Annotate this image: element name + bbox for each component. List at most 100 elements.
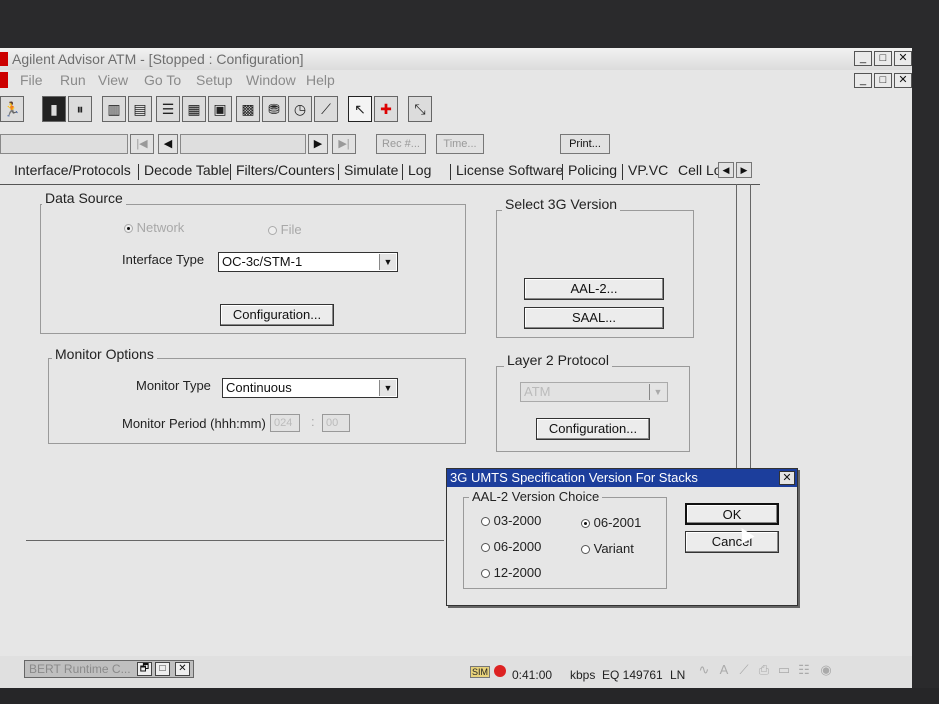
tab-panel-right-edge [750, 184, 751, 484]
minimized-maximize-icon[interactable]: □ [155, 662, 170, 676]
rec-button[interactable]: Rec #... [376, 134, 426, 154]
grid-icon[interactable]: ▦ [182, 96, 206, 122]
elapsed-time: 0:41:00 [512, 668, 553, 682]
layer2-protocol-select[interactable]: ATM ▼ [520, 382, 668, 402]
timer-icon[interactable]: ◷ [288, 96, 312, 122]
minimized-restore-icon[interactable]: 🗗 [137, 662, 152, 676]
tab-cell-lo[interactable]: Cell Lo [678, 162, 720, 178]
child-close-button[interactable]: ✕ [894, 73, 912, 88]
period-minutes-input[interactable]: 00 [322, 414, 350, 432]
interface-type-select[interactable]: OC-3c/STM-1 ▼ [218, 252, 398, 272]
run-man-icon[interactable]: 🏃 [0, 96, 24, 122]
file-radio[interactable]: File [268, 222, 302, 237]
chevron-down-icon[interactable]: ▼ [379, 380, 396, 396]
network-radio-dot[interactable] [124, 224, 133, 234]
zoom-tool-icon[interactable]: ⤡ [408, 96, 432, 122]
tray-wave-icon[interactable]: ∿ [696, 662, 712, 678]
option-06-2000[interactable]: 06-2000 [481, 539, 541, 554]
tab-scroll-right-icon[interactable]: ▶ [736, 162, 752, 178]
menu-goto[interactable]: Go To [144, 72, 181, 88]
tray-globe-icon[interactable]: ◉ [818, 662, 834, 678]
tab-simulate[interactable]: Simulate [337, 162, 398, 180]
record-indicator-icon [494, 665, 506, 677]
filter-icon[interactable]: ⛃ [262, 96, 286, 122]
tab-policing[interactable]: Policing [561, 162, 617, 180]
ok-button[interactable]: OK [685, 503, 779, 525]
child-restore-button[interactable]: □ [874, 73, 892, 88]
option-06-2000-label: 06-2000 [493, 539, 542, 554]
tab-license-software[interactable]: License Software [449, 162, 563, 180]
option-03-2000-label: 03-2000 [493, 513, 542, 528]
minimize-button[interactable]: _ [854, 51, 872, 66]
option-12-2000[interactable]: 12-2000 [481, 565, 541, 580]
tab-scroll-left-icon[interactable]: ◀ [718, 162, 734, 178]
eq-counter: EQ 149761 [602, 668, 663, 682]
option-variant[interactable]: Variant [581, 541, 634, 556]
menu-bar: File Run View Go To Setup Window Help _ … [0, 70, 912, 92]
first-record-icon[interactable]: |◀ [130, 134, 154, 154]
cursor-tool-icon[interactable]: ↖ [348, 96, 372, 122]
decode-icon[interactable]: ▩ [236, 96, 260, 122]
tab-log[interactable]: Log [401, 162, 431, 180]
menu-view[interactable]: View [98, 72, 128, 88]
app-icon [0, 52, 8, 66]
data-source-configuration-button[interactable]: Configuration... [220, 304, 334, 326]
nav-scroll-track[interactable] [180, 134, 306, 154]
dialog-close-icon[interactable]: ✕ [779, 471, 795, 485]
option-06-2000-radio[interactable] [481, 543, 490, 553]
option-06-2001-radio[interactable] [581, 519, 590, 529]
monitor-type-select[interactable]: Continuous ▼ [222, 378, 398, 398]
saal-button[interactable]: SAAL... [524, 307, 664, 329]
minimized-close-icon[interactable]: ✕ [175, 662, 190, 676]
last-record-icon[interactable]: ▶| [332, 134, 356, 154]
aal2-button[interactable]: AAL-2... [524, 278, 664, 300]
tray-print-icon[interactable]: ⎙ [756, 662, 772, 678]
minimized-window[interactable]: BERT Runtime C... 🗗 □ ✕ [24, 660, 194, 678]
layer2-configuration-button[interactable]: Configuration... [536, 418, 650, 440]
option-03-2000-radio[interactable] [481, 517, 490, 527]
tab-vp-vc[interactable]: VP.VC [621, 162, 668, 180]
red-cross-icon[interactable]: ✚ [374, 96, 398, 122]
monitor-bezel-top [0, 0, 939, 48]
menu-window[interactable]: Window [246, 72, 296, 88]
menu-run[interactable]: Run [60, 72, 86, 88]
histogram-icon[interactable]: ▤ [128, 96, 152, 122]
period-hours-input[interactable]: 024 [270, 414, 300, 432]
network-radio[interactable]: Network [124, 220, 184, 235]
menu-file[interactable]: File [20, 72, 43, 88]
file-radio-dot[interactable] [268, 226, 277, 236]
chevron-down-icon[interactable]: ▼ [649, 384, 666, 400]
chevron-down-icon[interactable]: ▼ [379, 254, 396, 270]
tray-doc-icon[interactable]: ☷ [796, 662, 812, 678]
tab-filters-counters[interactable]: Filters/Counters [230, 162, 335, 180]
child-minimize-button[interactable]: _ [854, 73, 872, 88]
cancel-button[interactable]: Cancel [685, 531, 779, 553]
tray-chart-icon[interactable]: ⟋ [736, 662, 752, 678]
print-button[interactable]: Print... [560, 134, 610, 154]
list-view-icon[interactable]: ▣ [208, 96, 232, 122]
table-icon[interactable]: ☰ [156, 96, 180, 122]
bar-chart-icon[interactable]: ▥ [102, 96, 126, 122]
stop-icon[interactable]: ▮ [42, 96, 66, 122]
tab-decode-table[interactable]: Decode Table [137, 162, 229, 180]
time-button[interactable]: Time... [436, 134, 484, 154]
tab-interface-protocols[interactable]: Interface/Protocols [14, 162, 131, 178]
option-variant-radio[interactable] [581, 545, 590, 555]
menu-help[interactable]: Help [306, 72, 335, 88]
panel-divider [26, 540, 444, 541]
prev-record-icon[interactable]: ◀ [158, 134, 178, 154]
pause-icon[interactable]: ⏸ [68, 96, 92, 122]
option-06-2001[interactable]: 06-2001 [581, 515, 641, 530]
layer2-protocol-value: ATM [524, 384, 551, 399]
option-12-2000-radio[interactable] [481, 569, 490, 579]
tray-disk-icon[interactable]: ▭ [776, 662, 792, 678]
restore-button[interactable]: □ [874, 51, 892, 66]
nav-position-field[interactable] [0, 134, 128, 154]
option-03-2000[interactable]: 03-2000 [481, 513, 541, 528]
dialog-title: 3G UMTS Specification Version For Stacks [447, 469, 797, 487]
next-record-icon[interactable]: ▶ [308, 134, 328, 154]
graph-icon[interactable]: ⟋ [314, 96, 338, 122]
menu-setup[interactable]: Setup [196, 72, 233, 88]
close-button[interactable]: ✕ [894, 51, 912, 66]
tray-text-icon[interactable]: A [716, 662, 732, 678]
